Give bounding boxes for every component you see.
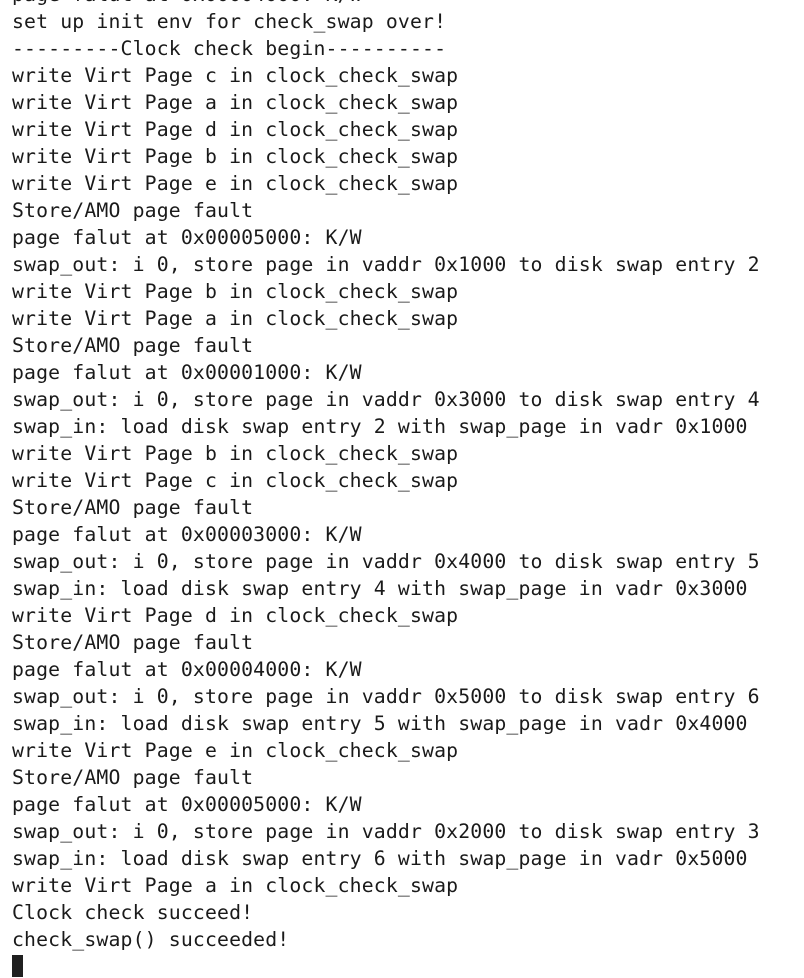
terminal-line: write Virt Page a in clock_check_swap: [12, 874, 459, 897]
terminal-line: page falut at 0x00003000: K/W: [12, 523, 362, 546]
terminal-line: Store/AMO page fault: [12, 496, 254, 519]
terminal-line: write Virt Page e in clock_check_swap: [12, 172, 459, 195]
terminal-line: check_swap() succeeded!: [12, 928, 290, 951]
terminal-line: swap_out: i 0, store page in vaddr 0x100…: [12, 253, 760, 276]
terminal-line: write Virt Page b in clock_check_swap: [12, 145, 459, 168]
text-cursor: [12, 955, 23, 977]
terminal-line: page falut at 0x00005000: K/W: [12, 226, 362, 249]
terminal-line: page falut at 0x00001000: K/W: [12, 361, 362, 384]
terminal-line: swap_in: load disk swap entry 4 with swa…: [12, 577, 748, 600]
terminal-line: Store/AMO page fault: [12, 631, 254, 654]
terminal-line: write Virt Page d in clock_check_swap: [12, 604, 459, 627]
terminal-line: write Virt Page d in clock_check_swap: [12, 118, 459, 141]
terminal-line: Clock check succeed!: [12, 901, 254, 924]
terminal-line: swap_in: load disk swap entry 6 with swa…: [12, 847, 748, 870]
terminal-line: write Virt Page c in clock_check_swap: [12, 64, 459, 87]
terminal-line: set up init env for check_swap over!: [12, 10, 447, 33]
terminal-line: swap_in: load disk swap entry 5 with swa…: [12, 712, 748, 735]
terminal-output[interactable]: page falut at 0x00004000: K/W set up ini…: [0, 0, 804, 978]
terminal-line: swap_out: i 0, store page in vaddr 0x500…: [12, 685, 760, 708]
terminal-line: Store/AMO page fault: [12, 334, 254, 357]
terminal-line: write Virt Page a in clock_check_swap: [12, 307, 459, 330]
terminal-line: Store/AMO page fault: [12, 199, 254, 222]
terminal-line: swap_out: i 0, store page in vaddr 0x300…: [12, 388, 760, 411]
terminal-line: page falut at 0x00005000: K/W: [12, 793, 362, 816]
terminal-line: write Virt Page b in clock_check_swap: [12, 280, 459, 303]
terminal-line: Store/AMO page fault: [12, 766, 254, 789]
terminal-line: page falut at 0x00004000: K/W: [12, 658, 362, 681]
terminal-line: write Virt Page a in clock_check_swap: [12, 91, 459, 114]
terminal-line: write Virt Page e in clock_check_swap: [12, 739, 459, 762]
terminal-line: write Virt Page b in clock_check_swap: [12, 442, 459, 465]
terminal-line: write Virt Page c in clock_check_swap: [12, 469, 459, 492]
terminal-line: swap_out: i 0, store page in vaddr 0x200…: [12, 820, 760, 843]
terminal-line: swap_in: load disk swap entry 2 with swa…: [12, 415, 748, 438]
terminal-line: swap_out: i 0, store page in vaddr 0x400…: [12, 550, 760, 573]
terminal-line: ---------Clock check begin----------: [12, 37, 447, 60]
terminal-line: page falut at 0x00004000: K/W: [12, 0, 760, 8]
terminal-lines: page falut at 0x00004000: K/W set up ini…: [12, 0, 760, 953]
